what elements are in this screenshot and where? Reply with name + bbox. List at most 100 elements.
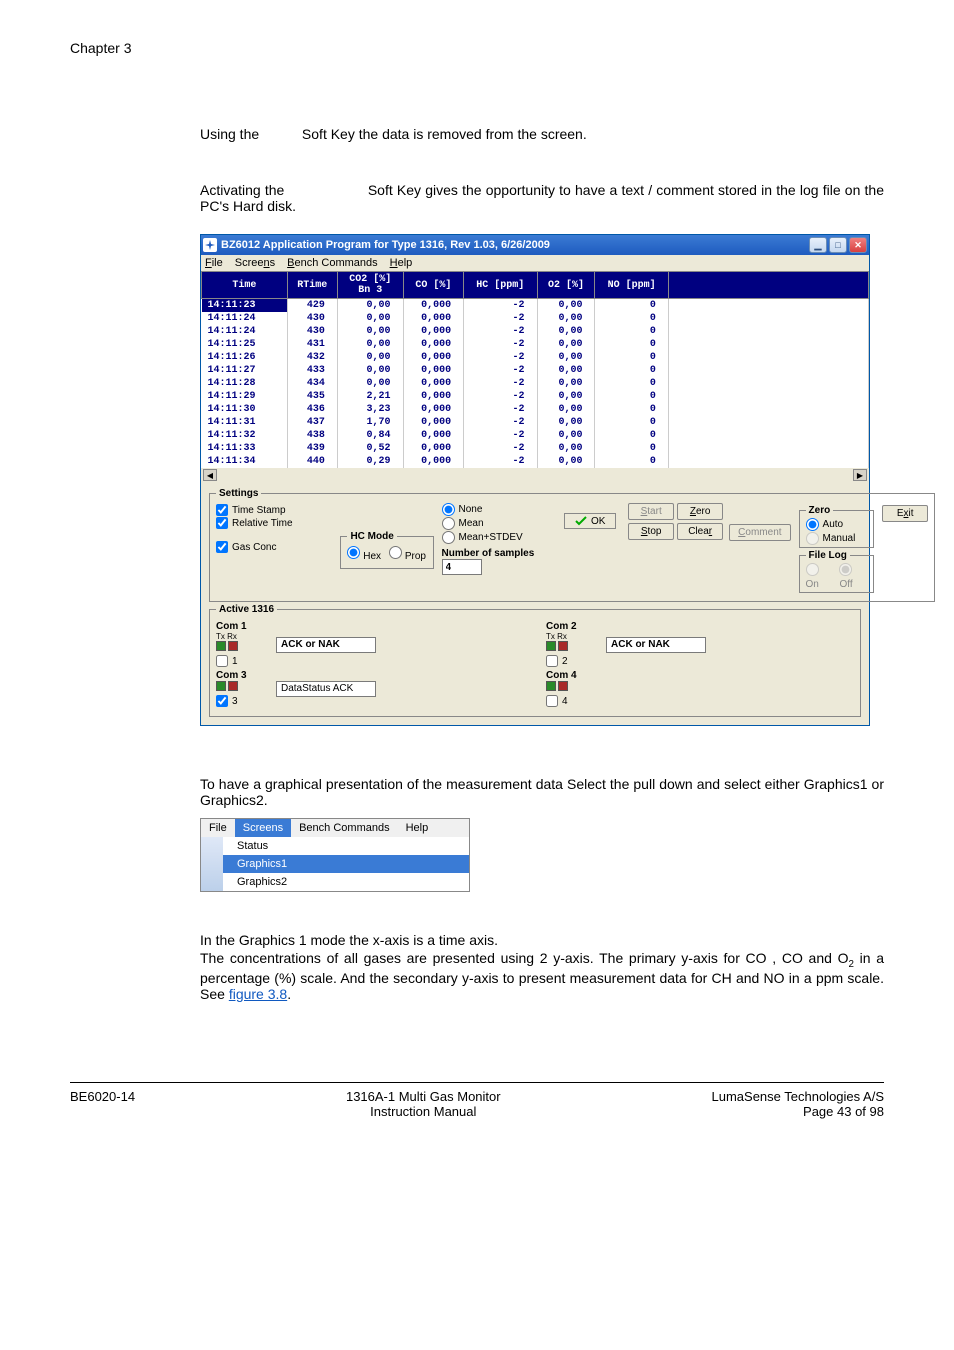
- table-row: 14:11:334390,520,000-20,000: [202, 442, 869, 455]
- filelog-group: File Log On Off: [799, 550, 875, 593]
- ms-graphics1[interactable]: Graphics1: [223, 855, 469, 873]
- menu-screenshot: File Screens Bench Commands Help Status …: [200, 818, 470, 892]
- num-samples-input[interactable]: [442, 559, 482, 575]
- page-footer: BE6020-14 1316A-1 Multi Gas MonitorInstr…: [70, 1082, 884, 1119]
- ms-screens[interactable]: Screens: [235, 819, 291, 837]
- app-window: BZ6012 Application Program for Type 1316…: [200, 234, 870, 726]
- stop-button[interactable]: Stop: [628, 523, 674, 540]
- col-hc: HC [ppm]: [464, 272, 537, 299]
- ok-button[interactable]: OK: [564, 513, 616, 529]
- col-rtime: RTime: [287, 272, 337, 299]
- maximize-button[interactable]: □: [829, 237, 847, 253]
- table-row: 14:11:284340,000,000-20,000: [202, 377, 869, 390]
- comment-button[interactable]: Comment: [729, 524, 790, 541]
- stat-meanstdev-radio[interactable]: Mean+STDEV: [442, 531, 558, 544]
- scroll-right-icon[interactable]: ▶: [853, 469, 867, 481]
- paragraph-4b: The concentrations of all gases are pres…: [200, 950, 884, 1002]
- paragraph-4a: In the Graphics 1 mode the x-axis is a t…: [200, 932, 884, 948]
- ms-status[interactable]: Status: [223, 837, 469, 855]
- com1-leds: [216, 641, 238, 651]
- table-row: 14:11:314371,700,000-20,000: [202, 416, 869, 429]
- active-group: Active 1316 Com 1 Tx Rx 1 ACK or NAK Com…: [209, 604, 861, 717]
- ms-help[interactable]: Help: [398, 819, 437, 837]
- com4-leds: [546, 681, 568, 691]
- paragraph-1: Using the Soft Key the data is removed f…: [200, 126, 884, 142]
- table-row: 14:11:244300,000,000-20,000: [202, 312, 869, 325]
- filelog-off-radio[interactable]: Off: [839, 563, 867, 590]
- horizontal-scrollbar[interactable]: ◀ ▶: [201, 468, 869, 482]
- zero-auto-radio[interactable]: Auto: [806, 518, 868, 531]
- num-samples-label: Number of samples: [442, 548, 558, 559]
- data-table: Time RTime CO2 [%]Bn 3 CO [%] HC [ppm] O…: [201, 271, 869, 468]
- exit-button[interactable]: Exit: [882, 505, 928, 522]
- txrx-label-2: Tx Rx: [546, 632, 596, 641]
- com3-label: Com 3: [216, 670, 266, 681]
- table-row: 14:11:304363,230,000-20,000: [202, 403, 869, 416]
- minimize-button[interactable]: ▁: [809, 237, 827, 253]
- table-row: 14:11:244300,000,000-20,000: [202, 325, 869, 338]
- menu-help[interactable]: Help: [390, 257, 413, 269]
- col-time: Time: [202, 272, 288, 299]
- col-co2: CO2 [%]Bn 3: [337, 272, 403, 299]
- window-title: BZ6012 Application Program for Type 1316…: [221, 239, 809, 251]
- chapter-heading: Chapter 3: [70, 40, 884, 56]
- menu-gutter: [201, 837, 223, 891]
- hex-radio[interactable]: Hex: [347, 546, 381, 562]
- ms-graphics2[interactable]: Graphics2: [223, 873, 469, 891]
- titlebar: BZ6012 Application Program for Type 1316…: [201, 235, 869, 255]
- com3-checkbox[interactable]: 3: [216, 695, 266, 707]
- com3-leds: [216, 681, 238, 691]
- table-row: 14:11:254310,000,000-20,000: [202, 338, 869, 351]
- col-co: CO [%]: [403, 272, 464, 299]
- table-row: 14:11:294352,210,000-20,000: [202, 390, 869, 403]
- footer-left: BE6020-14: [70, 1089, 135, 1119]
- start-button[interactable]: Start: [628, 503, 674, 520]
- com2-label: Com 2: [546, 621, 596, 632]
- zero-button[interactable]: Zero: [677, 503, 723, 520]
- gas-conc-checkbox[interactable]: Gas Conc: [216, 541, 332, 553]
- active-legend: Active 1316: [216, 604, 277, 615]
- filelog-on-radio[interactable]: On: [806, 563, 834, 590]
- menubar: FFileile Screens Bench Commands Help: [201, 255, 869, 271]
- com1-label: Com 1: [216, 621, 266, 632]
- com1-status: ACK or NAK: [276, 637, 376, 653]
- scroll-left-icon[interactable]: ◀: [203, 469, 217, 481]
- com4-checkbox[interactable]: 4: [546, 695, 596, 707]
- settings-legend: Settings: [216, 488, 261, 499]
- zero-manual-radio[interactable]: Manual: [806, 532, 868, 545]
- menu-bench[interactable]: Bench Commands: [287, 257, 378, 269]
- footer-center: 1316A-1 Multi Gas MonitorInstruction Man…: [346, 1089, 501, 1119]
- ms-bench[interactable]: Bench Commands: [291, 819, 398, 837]
- paragraph-3: To have a graphical presentation of the …: [200, 776, 884, 808]
- menu-screens[interactable]: Screens: [235, 257, 275, 269]
- com4-label: Com 4: [546, 670, 596, 681]
- time-stamp-checkbox[interactable]: Time Stamp: [216, 504, 332, 516]
- relative-time-checkbox[interactable]: Relative Time: [216, 517, 332, 529]
- figure-link[interactable]: figure 3.8: [229, 986, 287, 1002]
- stat-mean-radio[interactable]: Mean: [442, 517, 558, 530]
- col-o2: O2 [%]: [537, 272, 595, 299]
- close-button[interactable]: ✕: [849, 237, 867, 253]
- table-row: 14:11:264320,000,000-20,000: [202, 351, 869, 364]
- hc-mode-group: HC Mode Hex Prop: [340, 531, 433, 569]
- stat-none-radio[interactable]: None: [442, 503, 558, 516]
- paragraph-2: Activating the Soft Key gives the opport…: [200, 182, 884, 214]
- txrx-label-1: Tx Rx: [216, 632, 266, 641]
- footer-right: LumaSense Technologies A/SPage 43 of 98: [712, 1089, 885, 1119]
- menu-file[interactable]: FFileile: [205, 257, 223, 269]
- clear-button[interactable]: Clear: [677, 523, 723, 540]
- com3-status: DataStatus ACK: [276, 681, 376, 697]
- table-row: 14:11:344400,290,000-20,000: [202, 455, 869, 468]
- com1-checkbox[interactable]: 1: [216, 655, 266, 667]
- table-row: 14:11:274330,000,000-20,000: [202, 364, 869, 377]
- settings-group: Settings Time Stamp Relative Time Gas Co…: [209, 488, 935, 602]
- ms-file[interactable]: File: [201, 819, 235, 837]
- com2-checkbox[interactable]: 2: [546, 655, 596, 667]
- prop-radio[interactable]: Prop: [389, 546, 426, 562]
- table-row: 14:11:324380,840,000-20,000: [202, 429, 869, 442]
- table-row: 14:11:234290,000,000-20,000: [202, 299, 869, 313]
- app-icon: [203, 238, 217, 252]
- com2-status: ACK or NAK: [606, 637, 706, 653]
- com2-leds: [546, 641, 568, 651]
- zero-group: Zero Auto Manual: [799, 505, 875, 548]
